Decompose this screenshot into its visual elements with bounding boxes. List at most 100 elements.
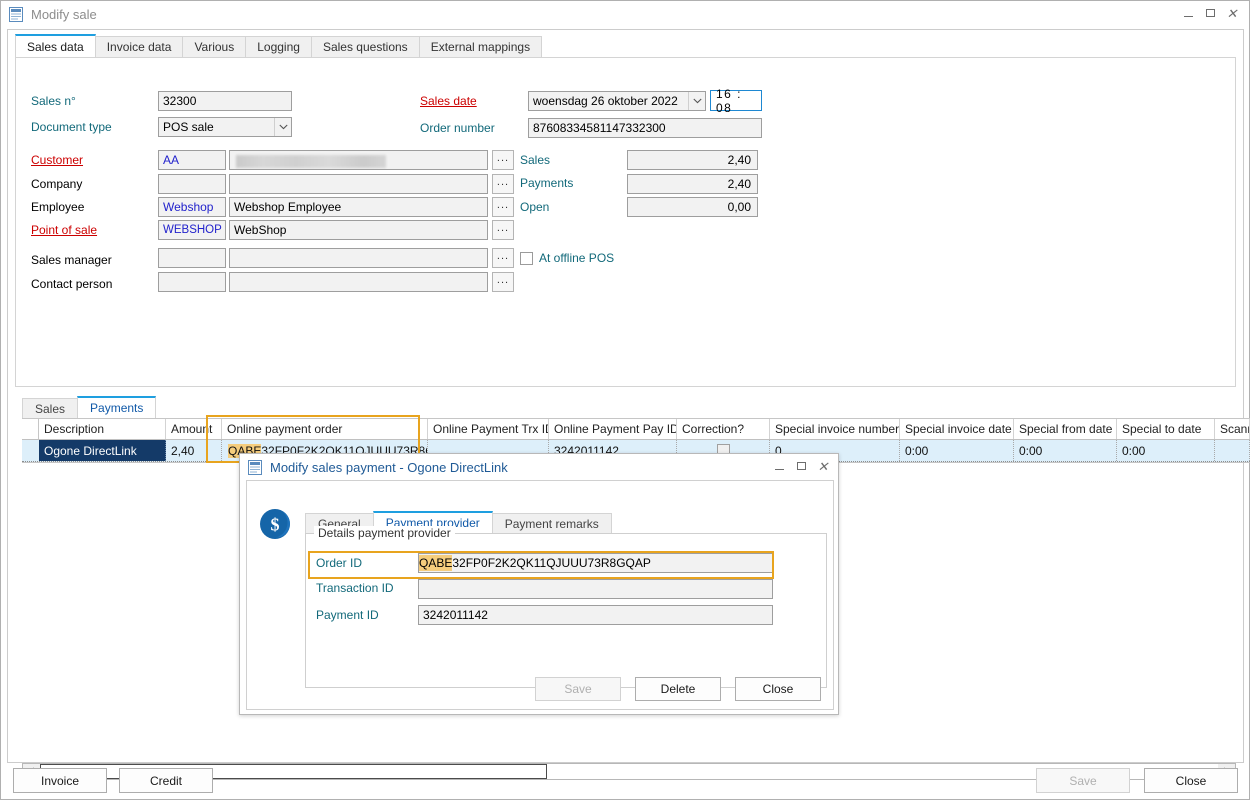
- sales-data-pane: Sales n° Document type Customer Company …: [15, 57, 1236, 387]
- dialog-close-button[interactable]: Close: [735, 677, 821, 701]
- document-icon: [9, 7, 23, 22]
- document-type-select[interactable]: POS sale: [158, 117, 292, 137]
- tab-sales-questions[interactable]: Sales questions: [311, 36, 420, 58]
- customer-name-input[interactable]: [229, 150, 488, 170]
- minimize-button[interactable]: [1177, 3, 1199, 23]
- dialog-save-button[interactable]: Save: [535, 677, 621, 701]
- label-employee: Employee: [31, 200, 84, 214]
- cell-scanned[interactable]: [1215, 440, 1250, 461]
- close-button[interactable]: Close: [1144, 768, 1238, 793]
- dialog-window-controls: ✕: [768, 456, 834, 476]
- label-document-type: Document type: [31, 120, 112, 134]
- label-contact-person: Contact person: [31, 277, 112, 291]
- sales-manager-browse-button[interactable]: ...: [492, 248, 514, 268]
- point-of-sale-code-input[interactable]: WEBSHOP: [158, 220, 226, 240]
- at-offline-pos-label: At offline POS: [539, 251, 614, 265]
- col-description[interactable]: Description: [39, 419, 166, 439]
- save-button[interactable]: Save: [1036, 768, 1130, 793]
- col-online-payment-order[interactable]: Online payment order: [222, 419, 428, 439]
- sales-time-input[interactable]: 16 : 08: [710, 90, 762, 111]
- col-correction[interactable]: Correction?: [677, 419, 770, 439]
- transaction-id-input[interactable]: [418, 579, 773, 599]
- credit-button[interactable]: Credit: [119, 768, 213, 793]
- point-of-sale-name-input[interactable]: WebShop: [229, 220, 488, 240]
- tab-invoice-data[interactable]: Invoice data: [95, 36, 184, 58]
- label-order-id: Order ID: [316, 556, 362, 570]
- at-offline-pos-row[interactable]: At offline POS: [520, 251, 614, 265]
- label-sales-manager: Sales manager: [31, 253, 112, 267]
- label-point-of-sale[interactable]: Point of sale: [31, 223, 97, 237]
- coin-dollar-icon: $: [255, 503, 297, 545]
- dialog-minimize-button[interactable]: [768, 456, 790, 476]
- label-company: Company: [31, 177, 82, 191]
- col-scanned[interactable]: Scann: [1215, 419, 1250, 439]
- col-special-invoice-date[interactable]: Special invoice date: [900, 419, 1014, 439]
- chevron-down-icon[interactable]: [274, 118, 291, 136]
- company-name-input[interactable]: [229, 174, 488, 194]
- bottom-right-buttons: Save Close: [1036, 768, 1238, 793]
- tab-sales[interactable]: Sales: [22, 398, 78, 419]
- tab-external-mappings[interactable]: External mappings: [419, 36, 542, 58]
- contact-person-name-input[interactable]: [229, 272, 488, 292]
- dialog-tab-payment-remarks[interactable]: Payment remarks: [492, 513, 612, 534]
- svg-text:$: $: [271, 515, 280, 535]
- tab-various[interactable]: Various: [182, 36, 246, 58]
- modify-sales-payment-dialog: Modify sales payment - Ogone DirectLink …: [239, 453, 839, 715]
- customer-code-input[interactable]: AA: [158, 150, 226, 170]
- label-total-sales: Sales: [520, 153, 550, 167]
- dialog-footer: Save Delete Close: [247, 677, 833, 701]
- customer-browse-button[interactable]: ...: [492, 150, 514, 170]
- contact-person-code-input[interactable]: [158, 272, 226, 292]
- order-number-input[interactable]: 87608334581147332300: [528, 118, 762, 138]
- close-icon[interactable]: ✕: [1221, 3, 1243, 23]
- dialog-title: Modify sales payment - Ogone DirectLink: [270, 460, 508, 475]
- label-sales-date[interactable]: Sales date: [420, 94, 477, 108]
- label-customer[interactable]: Customer: [31, 153, 83, 167]
- grid-corner: [22, 419, 39, 439]
- sales-manager-code-input[interactable]: [158, 248, 226, 268]
- col-special-from-date[interactable]: Special from date: [1014, 419, 1117, 439]
- modify-sale-window: Modify sale ✕ Sales data Invoice data Va…: [0, 0, 1250, 800]
- redacted-customer-name: [236, 155, 386, 168]
- dialog-close-icon[interactable]: ✕: [812, 456, 834, 476]
- label-sales-no: Sales n°: [31, 94, 76, 108]
- company-code-input[interactable]: [158, 174, 226, 194]
- point-of-sale-browse-button[interactable]: ...: [492, 220, 514, 240]
- tab-payments[interactable]: Payments: [77, 396, 156, 419]
- label-order-number: Order number: [420, 121, 495, 135]
- tab-sales-data[interactable]: Sales data: [15, 34, 96, 58]
- col-amount[interactable]: Amount: [166, 419, 222, 439]
- chevron-down-icon[interactable]: [688, 92, 705, 110]
- details-payment-provider-group: Details payment provider Order ID QABE32…: [305, 533, 827, 688]
- cell-description[interactable]: Ogone DirectLink: [39, 440, 166, 461]
- cell-special-invoice-date[interactable]: 0:00: [900, 440, 1014, 461]
- sales-manager-name-input[interactable]: [229, 248, 488, 268]
- dialog-delete-button[interactable]: Delete: [635, 677, 721, 701]
- col-online-payment-pay-id[interactable]: Online Payment Pay ID: [549, 419, 677, 439]
- maximize-button[interactable]: [1199, 3, 1221, 23]
- label-transaction-id: Transaction ID: [316, 581, 394, 595]
- label-payment-id: Payment ID: [316, 608, 379, 622]
- dialog-body: $ General Payment provider Payment remar…: [246, 480, 834, 710]
- invoice-button[interactable]: Invoice: [13, 768, 107, 793]
- col-special-invoice-number[interactable]: Special invoice number: [770, 419, 900, 439]
- col-online-payment-trx-id[interactable]: Online Payment Trx ID: [428, 419, 549, 439]
- employee-code-input[interactable]: Webshop: [158, 197, 226, 217]
- order-id-input[interactable]: QABE32FP0F2K2QK11QJUUU73R8GQAP: [418, 553, 773, 573]
- cell-special-to-date[interactable]: 0:00: [1117, 440, 1215, 461]
- cell-amount[interactable]: 2,40: [166, 440, 222, 461]
- contact-person-browse-button[interactable]: ...: [492, 272, 514, 292]
- tab-logging[interactable]: Logging: [245, 36, 312, 58]
- grid-tabstrip: Sales Payments: [22, 395, 155, 419]
- dialog-maximize-button[interactable]: [790, 456, 812, 476]
- sales-no-input[interactable]: 32300: [158, 91, 292, 111]
- col-special-to-date[interactable]: Special to date: [1117, 419, 1215, 439]
- employee-browse-button[interactable]: ...: [492, 197, 514, 217]
- at-offline-pos-checkbox[interactable]: [520, 252, 533, 265]
- sales-date-select[interactable]: woensdag 26 oktober 2022: [528, 91, 706, 111]
- dialog-titlebar: Modify sales payment - Ogone DirectLink …: [240, 454, 838, 480]
- cell-special-from-date[interactable]: 0:00: [1014, 440, 1117, 461]
- payment-id-input[interactable]: 3242011142: [418, 605, 773, 625]
- employee-name-input[interactable]: Webshop Employee: [229, 197, 488, 217]
- company-browse-button[interactable]: ...: [492, 174, 514, 194]
